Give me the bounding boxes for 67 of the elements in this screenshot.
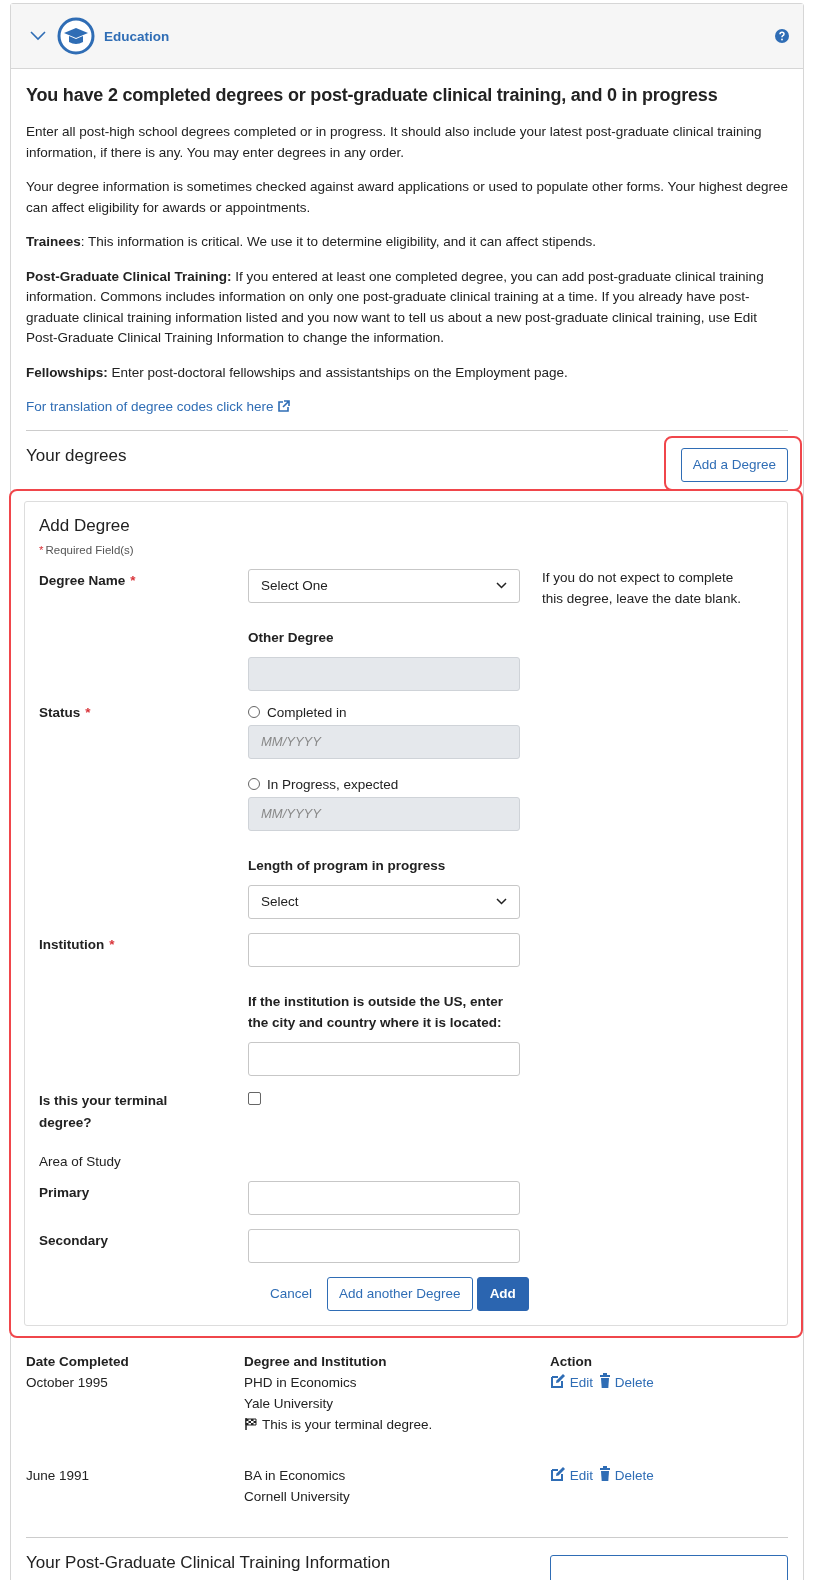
delete-link[interactable]: Delete	[599, 1371, 654, 1393]
cancel-link[interactable]: Cancel	[259, 1276, 324, 1311]
checkbox[interactable]	[248, 1091, 261, 1105]
field-label: Other Degree	[248, 628, 335, 647]
flag-icon	[244, 1417, 258, 1431]
paragraph: Trainees: This information is critical. We use it to determine eligibility, and it can affect stipends.	[26, 233, 598, 251]
section-heading: Your degrees	[26, 445, 127, 466]
edit-link[interactable]: Edit	[550, 1371, 593, 1393]
table-cell-text: October 1995	[26, 1373, 109, 1392]
required-marker: *	[39, 543, 44, 556]
field-label: Is this your terminal degree?	[39, 1092, 168, 1130]
select-value: Select One	[261, 578, 328, 593]
table-cell-text: Yale University	[244, 1394, 335, 1413]
add-degree-button[interactable]: Add a Degree	[680, 447, 788, 482]
panel-title[interactable]: Education	[104, 28, 170, 44]
column-header: Action	[550, 1352, 593, 1371]
external-link-icon	[277, 400, 291, 413]
chevron-icon	[496, 898, 507, 905]
required-note: Required Field(s)	[45, 543, 134, 556]
paragraph: Fellowships: Enter post-doctoral fellowships and assistantships on the Employment page.	[26, 363, 569, 382]
dropdown[interactable]: Select	[248, 884, 520, 919]
button-outline[interactable]	[550, 1554, 788, 1580]
edit-icon	[550, 1372, 566, 1389]
trash-icon	[599, 1465, 611, 1482]
table-cell-text: Cornell University	[244, 1487, 351, 1506]
terminal-note: This is your terminal degree.	[262, 1415, 433, 1434]
column-header: Date Completed	[26, 1352, 130, 1371]
dropdown[interactable]: Select One	[248, 568, 520, 603]
field-label: Area of Study	[39, 1153, 121, 1169]
form-title: Add Degree	[39, 515, 131, 536]
chevron-icon	[496, 582, 507, 589]
paragraph: Your degree information is sometimes checked against award applications or used to populate other forms. Your highest degree can affect eligibility for awards or appointments.	[26, 178, 788, 217]
translation-link[interactable]: For translation of degree codes click here	[26, 399, 291, 414]
field-label: Primary	[39, 1184, 90, 1200]
graduation-cap-icon	[57, 17, 95, 55]
add-button[interactable]: Add	[476, 1276, 529, 1311]
field-label: If the institution is outside the US, enter the city and country where it is located:	[248, 992, 504, 1032]
field-label: Degree Name	[39, 572, 126, 588]
paragraph: Enter all post-high school degrees completed or in progress. It should also include your latest post-graduate clinical training information, if there is any. You may enter degrees in any order.	[26, 123, 763, 162]
field-label: Institution	[39, 936, 105, 952]
summary-heading: You have 2 completed degrees or post-graduate clinical training, and 0 in progress	[26, 85, 719, 106]
field-label: Length of program in progress	[248, 856, 447, 875]
add-another-button[interactable]: Add another Degree	[327, 1276, 473, 1311]
required-marker: *	[130, 572, 136, 588]
input-field[interactable]	[248, 1041, 520, 1076]
paragraph: Post-Graduate Clinical Training: If you entered at least one completed degree, you can add post-graduate clinical training information. Commons includes information on only one post-graduate clinical training at a time. If you already have post-graduate clinical training information listed and you now want to tell us about a new post-graduate clinical training, use Edit Post-Graduate Clinical Training Information to change the information.	[26, 267, 765, 347]
help-icon	[775, 29, 789, 43]
radio-label: Completed in	[267, 704, 347, 720]
input-field[interactable]	[248, 1180, 520, 1215]
column-header: Degree and Institution	[244, 1352, 388, 1371]
edit-link[interactable]: Edit	[550, 1464, 593, 1486]
required-marker: *	[85, 704, 91, 720]
trash-icon	[599, 1372, 611, 1389]
radio-label: In Progress, expected	[267, 776, 399, 792]
table-cell-text: June 1991	[26, 1466, 91, 1485]
table-cell-text: PHD in Economics	[244, 1373, 358, 1392]
input-field[interactable]	[248, 932, 520, 967]
field-label: Status	[39, 704, 81, 720]
delete-link[interactable]: Delete	[599, 1464, 654, 1486]
hint-text: If you do not expect to complete this degree, leave the date blank.	[542, 568, 742, 608]
input-field[interactable]	[248, 1228, 520, 1263]
field-label: Secondary	[39, 1232, 109, 1248]
edit-icon	[550, 1465, 566, 1482]
select-value: Select	[261, 894, 299, 909]
section-heading: Your Post-Graduate Clinical Training Information	[26, 1552, 391, 1573]
required-marker: *	[109, 936, 115, 952]
table-cell-text: BA in Economics	[244, 1466, 347, 1485]
